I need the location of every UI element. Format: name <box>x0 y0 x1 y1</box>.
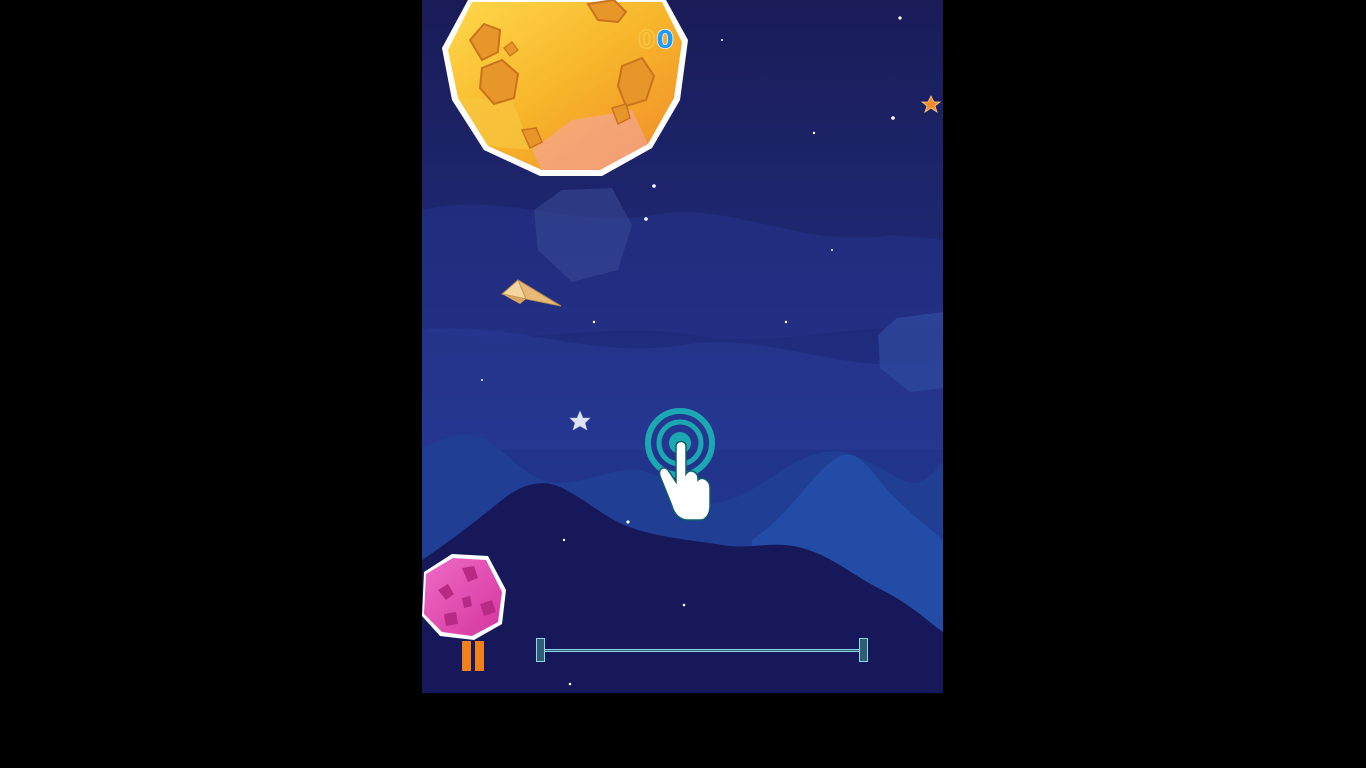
pause-icon <box>475 641 484 671</box>
star-dot <box>812 131 816 135</box>
progress-track-line <box>544 649 860 652</box>
level-progress-bar <box>536 638 868 662</box>
progress-end-cap <box>859 638 868 662</box>
crater <box>444 612 458 626</box>
star-dot <box>891 116 895 120</box>
star-dot <box>721 39 723 41</box>
pink-planet <box>422 554 506 640</box>
pause-button[interactable] <box>460 641 488 673</box>
game-scene <box>422 0 943 693</box>
star-dot <box>568 682 572 686</box>
pause-icon <box>462 641 471 671</box>
star-dot <box>626 520 630 524</box>
current-score: 0 <box>656 24 675 54</box>
star-dot <box>644 217 648 221</box>
star-dot <box>831 249 833 251</box>
score-display: 0 0 <box>637 20 675 60</box>
star-dot <box>652 184 656 188</box>
best-score: 0 <box>637 24 656 55</box>
star-dot <box>481 379 483 381</box>
star-dot <box>682 603 686 607</box>
screen: 0 0 <box>0 0 1366 768</box>
star-dot <box>562 538 566 542</box>
star-dot <box>784 320 788 324</box>
star-dot <box>592 320 596 324</box>
progress-start-cap <box>536 638 545 662</box>
game-viewport[interactable]: 0 0 <box>422 0 943 693</box>
star-dot <box>898 16 902 20</box>
